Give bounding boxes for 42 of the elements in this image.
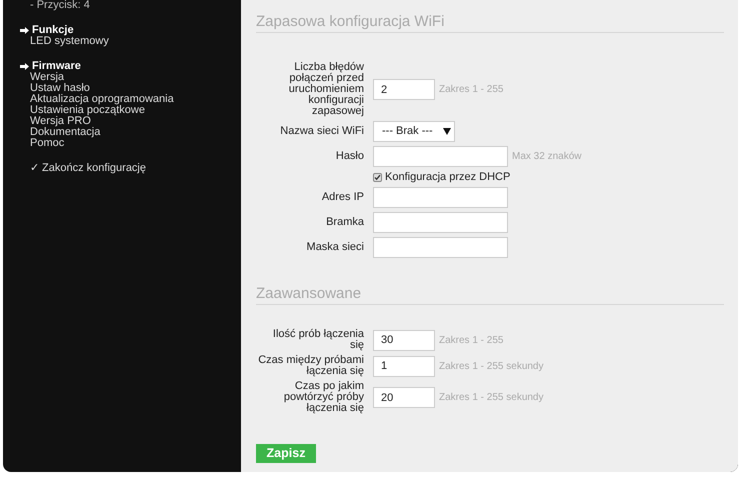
- hint-text: Zakres 1 - 255 sekundy: [439, 392, 544, 403]
- caret-icon: [442, 128, 451, 135]
- field-label: Hasło: [334, 151, 364, 162]
- sidebar-item[interactable]: - Przycisk: 4: [30, 0, 241, 11]
- sidebar-item[interactable]: Ustawienia początkowe: [30, 105, 145, 116]
- input-field[interactable]: [373, 146, 508, 167]
- arrow-icon: [20, 63, 29, 70]
- sidebar-item[interactable]: Pomoc: [30, 138, 64, 149]
- input-field[interactable]: [373, 187, 508, 208]
- input-field[interactable]: 2: [373, 79, 435, 100]
- field-label: Ilość prób łączenia się: [272, 329, 364, 351]
- hint-text: Max 32 znaków: [512, 151, 582, 162]
- dropdown[interactable]: --- Brak ---: [373, 121, 455, 142]
- field-label: Bramka: [325, 217, 364, 228]
- sidebar-item[interactable]: LED systemowy: [30, 36, 109, 47]
- group-title: Funkcje: [32, 25, 74, 36]
- finish-link[interactable]: ✓ Zakończ konfigurację: [30, 163, 146, 174]
- input-field[interactable]: [373, 237, 508, 258]
- field-label: Maska sieci: [306, 242, 364, 253]
- hint-text: Zakres 1 - 255: [439, 84, 504, 95]
- field-label: Liczba błędów połączeń przed uruchomieniem konfiguracji zapasowej: [288, 62, 364, 117]
- input-field[interactable]: 20: [373, 387, 435, 408]
- checkbox-label: Konfiguracja przez DHCP: [385, 172, 510, 182]
- sidebar-item[interactable]: Wersja: [30, 72, 64, 83]
- section-heading: Zapasowa konfiguracja WiFi: [256, 13, 724, 33]
- sidebar-item[interactable]: Wersja PRO: [30, 116, 91, 127]
- hint-text: Zakres 1 - 255: [439, 334, 504, 346]
- group-title: Firmware: [32, 61, 81, 72]
- field-label: Adres IP: [320, 192, 364, 203]
- arrow-icon: [20, 27, 29, 34]
- sidebar-item[interactable]: Ustaw hasło: [30, 83, 90, 94]
- sidebar-item[interactable]: Dokumentacja: [30, 127, 100, 138]
- section-heading: Zaawansowane: [256, 285, 724, 305]
- field-label: Czas po jakim powtórzyć próby łączenia się: [282, 381, 364, 414]
- field-label: Nazwa sieci WiFi: [279, 126, 364, 137]
- input-field[interactable]: 1: [373, 356, 435, 376]
- input-field[interactable]: 30: [373, 330, 435, 350]
- field-label: Czas między próbami łączenia się: [257, 355, 364, 377]
- checkbox[interactable]: [373, 172, 382, 182]
- hint-text: Zakres 1 - 255 sekundy: [439, 360, 544, 372]
- input-field[interactable]: [373, 212, 508, 233]
- sidebar-item[interactable]: Aktualizacja oprogramowania: [30, 94, 174, 105]
